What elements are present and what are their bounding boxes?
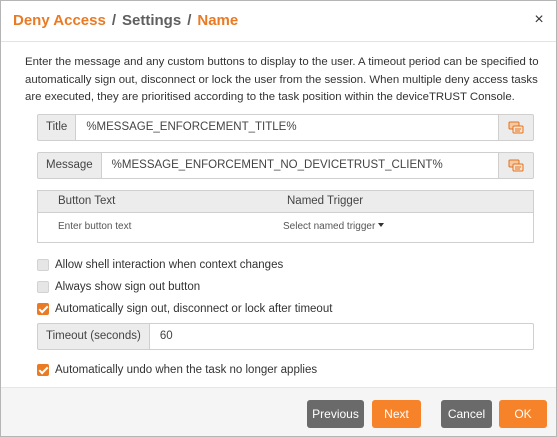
column-header-button-text: Button Text <box>58 195 116 207</box>
option-always-show-signout[interactable]: Always show sign out button <box>37 280 200 294</box>
timeout-input-group: Timeout (seconds) 60 <box>37 323 534 350</box>
title-variable-button[interactable] <box>499 114 534 141</box>
auto-undo-checkbox[interactable] <box>37 364 49 376</box>
deny-access-dialog: Deny Access / Settings / Name × Enter the me… <box>0 0 557 437</box>
column-header-named-trigger: Named Trigger <box>287 195 364 207</box>
breadcrumb-settings[interactable]: Settings <box>122 12 181 29</box>
title-input[interactable]: %MESSAGE_ENFORCEMENT_TITLE% <box>76 114 499 141</box>
message-variable-icon <box>508 121 524 133</box>
breadcrumb-name: Name <box>197 12 239 29</box>
option-auto-signout[interactable]: Automatically sign out, disconnect or lo… <box>37 302 332 316</box>
custom-buttons-table: Button Text Named Trigger Enter button t… <box>37 190 534 243</box>
cancel-button[interactable]: Cancel <box>441 400 492 428</box>
allow-shell-label: Allow shell interaction when context cha… <box>55 259 284 271</box>
message-input-group: Message %MESSAGE_ENFORCEMENT_NO_DEVICETR… <box>37 152 534 179</box>
close-icon[interactable]: × <box>532 12 546 28</box>
timeout-label: Timeout (seconds) <box>37 323 150 350</box>
always-show-signout-checkbox[interactable] <box>37 281 49 293</box>
description-text: Enter the message and any custom buttons… <box>25 56 539 103</box>
table-row: Enter button text Select named trigger <box>38 213 533 243</box>
message-variable-button[interactable] <box>499 152 534 179</box>
ok-button[interactable]: OK <box>499 400 547 428</box>
named-trigger-select-label: Select named trigger <box>283 221 376 232</box>
message-input[interactable]: %MESSAGE_ENFORCEMENT_NO_DEVICETRUST_CLIE… <box>101 152 499 179</box>
auto-undo-label: Automatically undo when the task no long… <box>55 364 318 376</box>
table-header: Button Text Named Trigger <box>38 191 533 213</box>
auto-signout-label: Automatically sign out, disconnect or lo… <box>55 303 333 315</box>
breadcrumb-separator: / <box>187 12 192 29</box>
allow-shell-checkbox[interactable] <box>37 259 49 271</box>
title-label: Title <box>37 114 77 141</box>
named-trigger-select[interactable]: Select named trigger <box>283 221 385 232</box>
option-auto-undo[interactable]: Automatically undo when the task no long… <box>37 363 317 377</box>
message-variable-icon <box>508 159 524 171</box>
option-allow-shell[interactable]: Allow shell interaction when context cha… <box>37 258 283 272</box>
caret-down-icon <box>378 223 385 228</box>
title-input-group: Title %MESSAGE_ENFORCEMENT_TITLE% <box>37 114 534 141</box>
button-text-input[interactable]: Enter button text <box>58 221 131 232</box>
always-show-signout-label: Always show sign out button <box>55 281 201 293</box>
timeout-input[interactable]: 60 <box>149 323 534 350</box>
dialog-header: Deny Access / Settings / Name × <box>1 1 556 42</box>
auto-signout-checkbox[interactable] <box>37 303 49 315</box>
previous-button[interactable]: Previous <box>307 400 364 428</box>
message-label: Message <box>37 152 102 179</box>
dialog-footer: Previous Next Cancel OK <box>1 387 556 436</box>
breadcrumb: Deny Access / Settings / Name <box>13 12 238 29</box>
breadcrumb-deny-access[interactable]: Deny Access <box>13 12 106 29</box>
breadcrumb-separator: / <box>111 12 117 29</box>
next-button[interactable]: Next <box>372 400 421 428</box>
